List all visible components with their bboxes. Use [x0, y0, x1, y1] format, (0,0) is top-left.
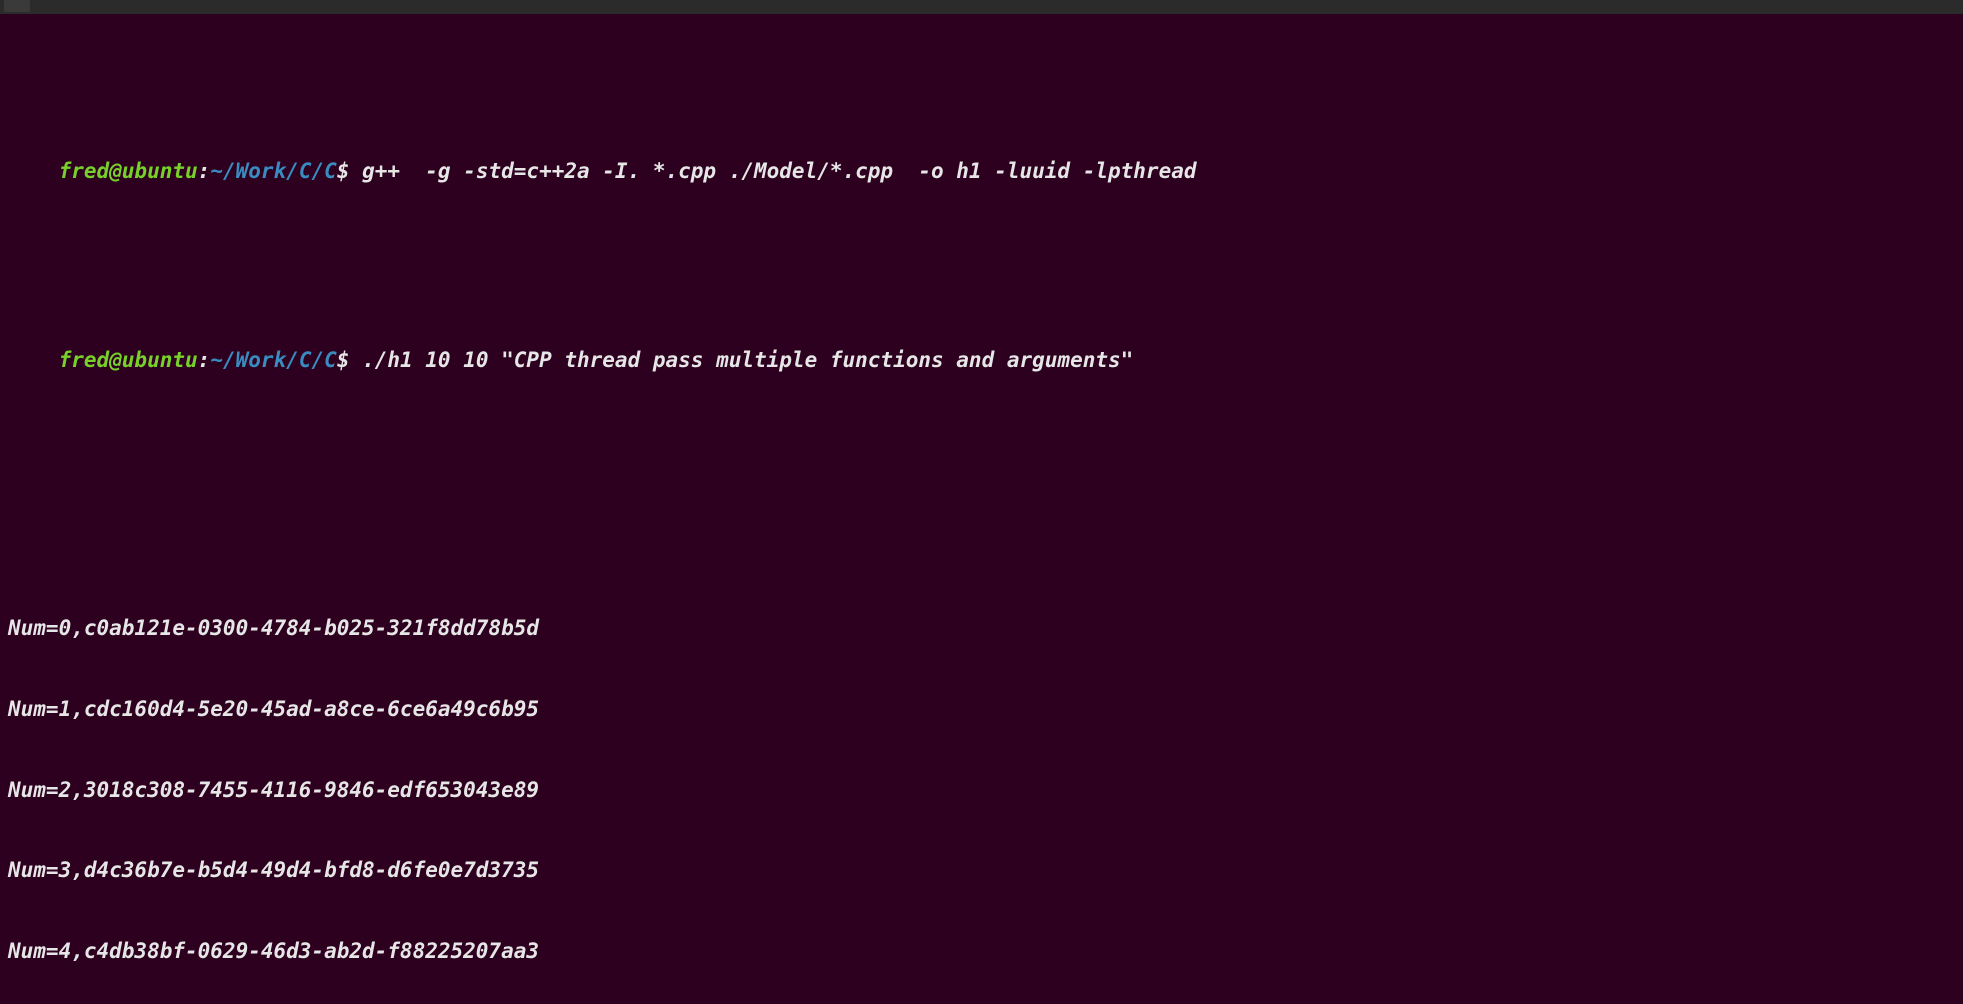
prompt-colon: : [198, 159, 211, 183]
output-line: Num=3,d4c36b7e-b5d4-49d4-bfd8-d6fe0e7d37… [8, 857, 1955, 884]
window-control-placeholder [4, 0, 30, 12]
prompt-line: fred@ubuntu:~/Work/C/C$ g++ -g -std=c++2… [8, 132, 1955, 213]
prompt-path: ~/Work/C/C [210, 159, 336, 183]
command-text: ./h1 10 10 "CPP thread pass multiple fun… [349, 348, 1133, 372]
output-line: Num=2,3018c308-7455-4116-9846-edf653043e… [8, 777, 1955, 804]
prompt-dollar: $ [337, 348, 350, 372]
command-text: g++ -g -std=c++2a -I. *.cpp ./Model/*.cp… [349, 159, 1196, 183]
output-line: Num=1,cdc160d4-5e20-45ad-a8ce-6ce6a49c6b… [8, 696, 1955, 723]
command-1: ./h1 10 10 "CPP thread pass multiple fun… [362, 348, 1133, 372]
prompt-user-host: fred@ubuntu [59, 348, 198, 372]
prompt-path: ~/Work/C/C [210, 348, 336, 372]
prompt-colon: : [198, 348, 211, 372]
output-line: Num=4,c4db38bf-0629-46d3-ab2d-f88225207a… [8, 938, 1955, 965]
command-0: g++ -g -std=c++2a -I. *.cpp ./Model/*.cp… [362, 159, 1196, 183]
prompt-user-host: fred@ubuntu [59, 159, 198, 183]
window-titlebar [0, 0, 1963, 14]
prompt-line: fred@ubuntu:~/Work/C/C$ ./h1 10 10 "CPP … [8, 320, 1955, 401]
terminal-viewport[interactable]: fred@ubuntu:~/Work/C/C$ g++ -g -std=c++2… [0, 14, 1963, 1004]
output-line: Num=0,c0ab121e-0300-4784-b025-321f8dd78b… [8, 615, 1955, 642]
prompt-dollar: $ [337, 159, 350, 183]
blank-line [8, 481, 1955, 508]
